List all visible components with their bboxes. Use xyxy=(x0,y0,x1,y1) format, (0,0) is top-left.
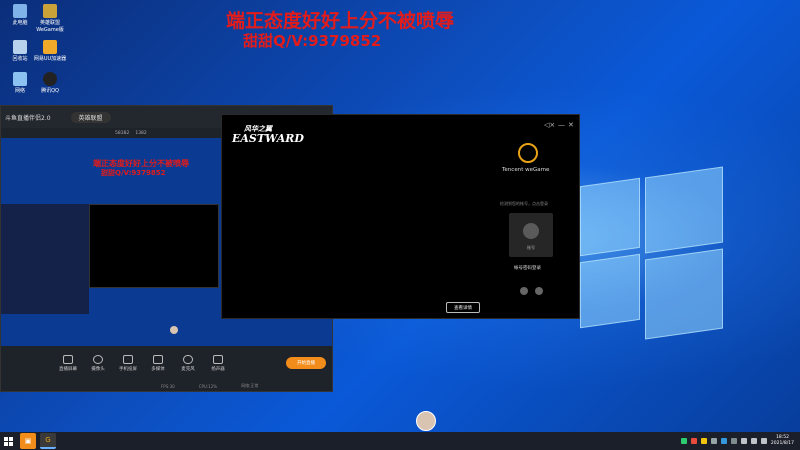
wegame-logo-icon xyxy=(518,143,538,163)
fans-stat: 58382 xyxy=(115,130,130,136)
speaker-icon xyxy=(213,354,223,364)
tray-app-icon[interactable] xyxy=(680,438,687,444)
uu-accelerator-icon xyxy=(43,40,57,54)
preview-nested-stream xyxy=(1,204,89,314)
desktop-icon-label: 回收站 xyxy=(12,56,28,62)
camera-avatar xyxy=(170,326,178,334)
phone-icon xyxy=(123,354,133,364)
desktop-icon-lol-wegame[interactable]: 英雄联盟WeGame版 xyxy=(32,4,68,33)
stream-app-title: 斗鱼直播伴侣2.0 xyxy=(5,114,51,122)
windows-logo-pane xyxy=(580,253,640,329)
network-icon[interactable] xyxy=(740,438,747,444)
desktop-icon-label: 此电脑 xyxy=(12,20,28,26)
windows-logo-pane xyxy=(580,177,640,257)
tray-app-icon[interactable] xyxy=(710,438,717,444)
tool-phone[interactable]: 手机投屏 xyxy=(116,354,140,372)
qq-icon xyxy=(43,72,57,86)
heat-stat: 1382 xyxy=(135,130,147,136)
tool-screen[interactable]: 直播屏幕 xyxy=(56,354,80,372)
preview-overlay-line-2: 甜甜Q/V:9379852 xyxy=(101,169,166,177)
tool-label: 扬声器 xyxy=(211,366,225,372)
minimize-icon[interactable]: — xyxy=(558,121,565,129)
status-fps: FPS:30 xyxy=(161,383,175,389)
desktop-icon-label: 腾讯QQ xyxy=(41,88,59,94)
mute-icon[interactable]: ◁× xyxy=(544,121,555,129)
floating-avatar[interactable] xyxy=(416,411,436,431)
tool-media[interactable]: 多媒体 xyxy=(146,354,170,372)
start-live-button[interactable]: 开始直播 xyxy=(286,357,326,369)
wegame-account-card[interactable]: 账号 xyxy=(509,213,553,257)
qq-login-icon[interactable] xyxy=(520,287,528,295)
tool-label: 麦克风 xyxy=(181,366,195,372)
recycle-bin-icon xyxy=(13,40,27,54)
taskbar-stream-app[interactable]: ▣ xyxy=(20,433,36,449)
desktop-icon-label: 英雄联盟WeGame版 xyxy=(36,20,64,33)
tray-app-icon[interactable] xyxy=(690,438,697,444)
mic-icon xyxy=(183,354,193,364)
wegame-login-hint: 检测到您的帐号，点击登录 xyxy=(500,201,548,206)
volume-icon[interactable] xyxy=(750,438,757,444)
stream-toolbar: 直播屏幕 摄像头 手机投屏 多媒体 麦克风 扬声器 xyxy=(1,348,332,378)
stream-app-tab-title[interactable]: 英雄联盟 xyxy=(70,111,111,123)
desktop-icon-qq[interactable]: 腾讯QQ xyxy=(32,72,68,94)
play-icon xyxy=(153,354,163,364)
windows-logo-pane xyxy=(645,166,723,254)
avatar xyxy=(523,223,539,239)
status-net: 网络:正常 xyxy=(241,383,259,388)
desktop-icon-label: 网络 xyxy=(14,88,25,94)
ime-icon[interactable] xyxy=(760,438,767,444)
close-icon[interactable]: ✕ xyxy=(568,121,574,129)
network-icon xyxy=(13,72,27,86)
taskbar-wegame[interactable]: G xyxy=(40,433,56,449)
taskbar-clock[interactable]: 18:52 2021/8/17 xyxy=(771,435,794,447)
monitor-icon xyxy=(63,354,73,364)
tray-app-icon[interactable] xyxy=(700,438,707,444)
taskbar: ▣ G 18:52 2021/8/17 xyxy=(0,432,800,450)
view-details-button[interactable]: 查看详情 xyxy=(446,302,480,313)
start-button[interactable] xyxy=(0,432,16,450)
desktop: 此电脑 英雄联盟WeGame版 回收站 网易UU加速器 网络 腾讯QQ 端正态度… xyxy=(0,0,800,432)
clock-date: 2021/8/17 xyxy=(770,441,794,446)
overlay-line-1: 端正态度好好上分不被喷辱 xyxy=(226,10,455,32)
password-login-link[interactable]: 帐号密码登录 xyxy=(514,265,541,271)
tool-label: 摄像头 xyxy=(91,366,105,372)
desktop-icon-label: 网易UU加速器 xyxy=(33,56,67,62)
tray-app-icon[interactable] xyxy=(720,438,727,444)
stream-statusbar: FPS:30 CPU:12% 网络:正常 xyxy=(1,380,332,391)
wechat-login-icon[interactable] xyxy=(535,287,543,295)
wegame-brand: Tencent weGame xyxy=(502,167,550,173)
status-cpu: CPU:12% xyxy=(198,383,218,389)
lol-icon xyxy=(43,4,57,18)
streamer-logo: 风华之翼 EASTWARD xyxy=(232,124,304,156)
tool-label: 直播屏幕 xyxy=(59,366,77,372)
computer-icon xyxy=(13,4,27,18)
tool-camera[interactable]: 摄像头 xyxy=(86,354,110,372)
camera-icon xyxy=(93,354,103,364)
overlay-line-2: 甜甜Q/V:9379852 xyxy=(243,32,382,50)
preview-nested-window xyxy=(89,204,219,288)
account-label: 账号 xyxy=(527,245,535,250)
windows-logo-pane xyxy=(645,248,723,340)
tool-label: 多媒体 xyxy=(151,366,165,372)
tool-label: 手机投屏 xyxy=(119,366,137,372)
windows-start-icon xyxy=(3,436,13,446)
tool-mic[interactable]: 麦克风 xyxy=(176,354,200,372)
tool-speaker[interactable]: 扬声器 xyxy=(206,354,230,372)
streamer-logo-line-2: EASTWARD xyxy=(232,132,304,145)
system-tray: 18:52 2021/8/17 xyxy=(680,432,794,450)
chevron-up-icon[interactable] xyxy=(730,438,737,444)
desktop-icon-uu[interactable]: 网易UU加速器 xyxy=(32,40,68,62)
